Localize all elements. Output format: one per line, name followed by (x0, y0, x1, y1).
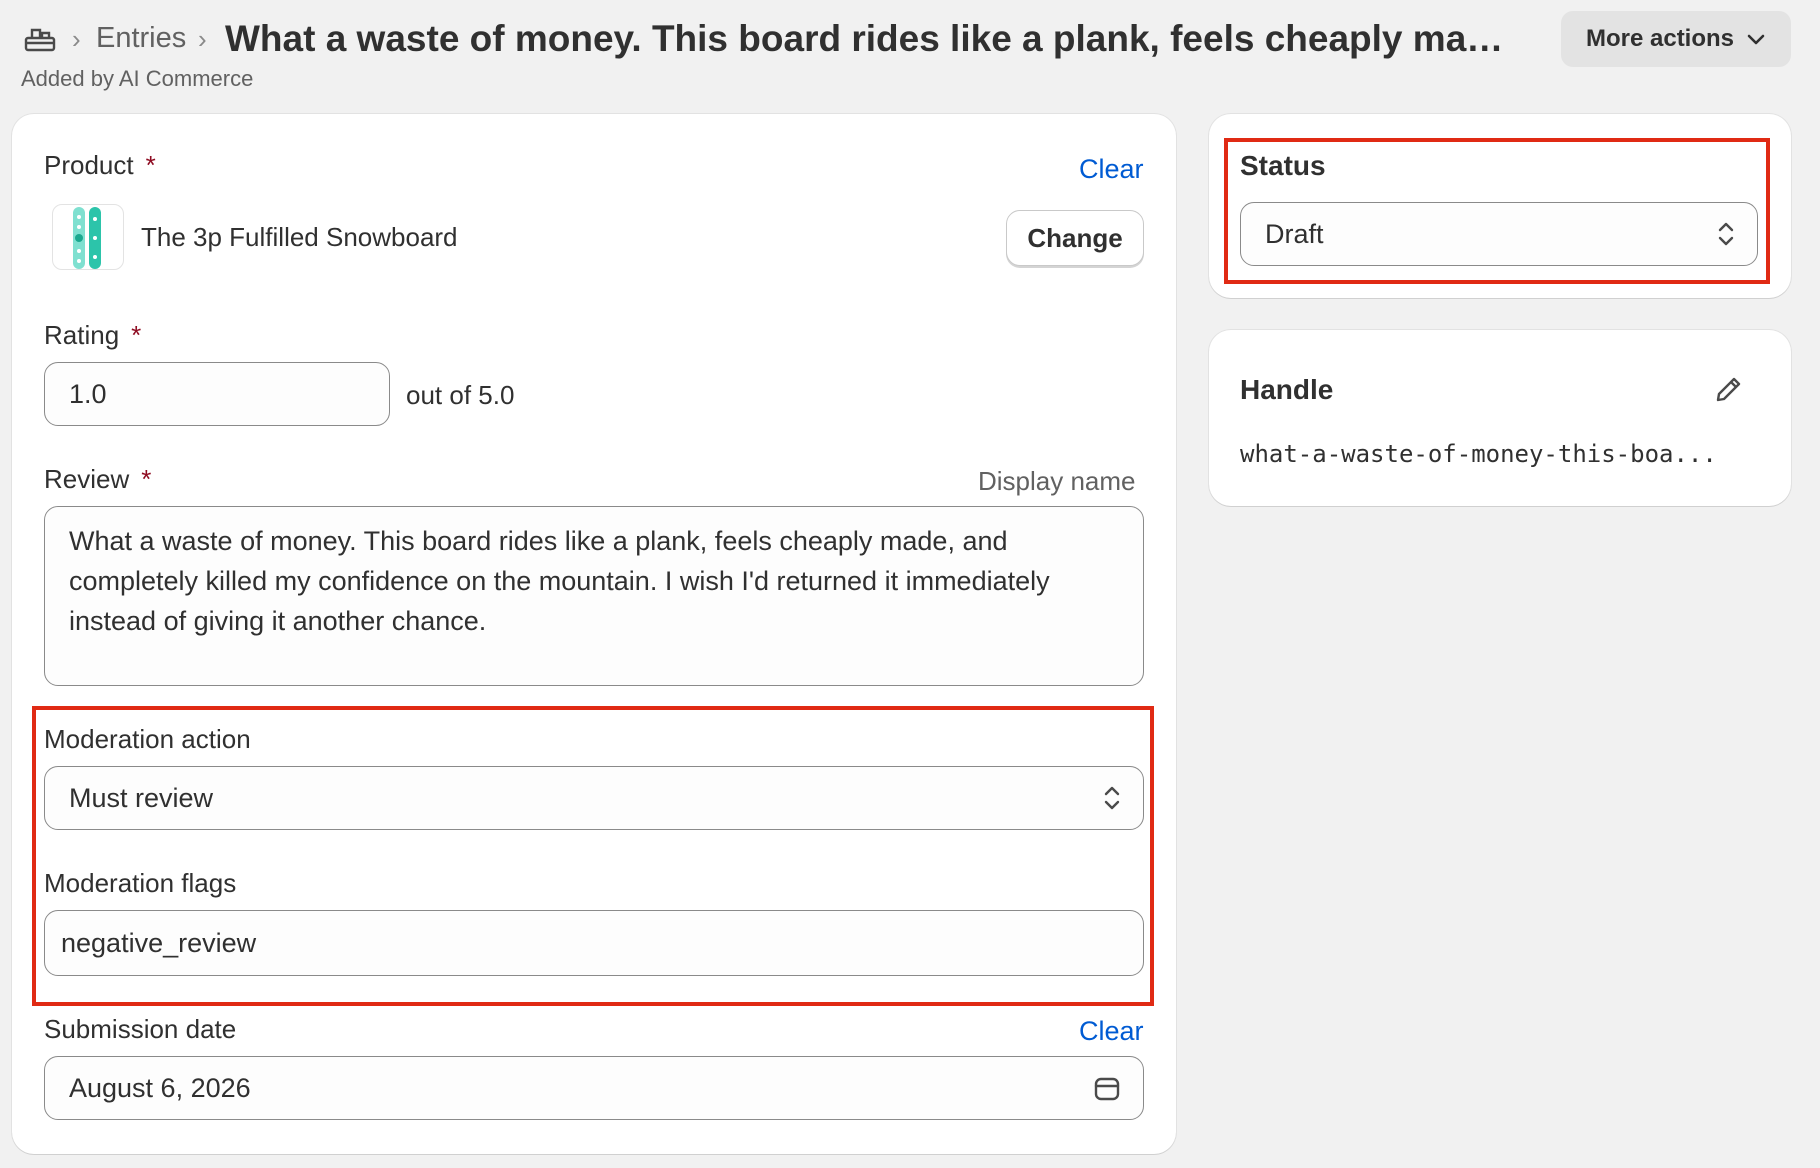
calendar-icon[interactable] (1093, 1074, 1121, 1102)
handle-value: what-a-waste-of-money-this-boa... (1240, 440, 1717, 468)
review-label: Review * (44, 464, 151, 495)
more-actions-label: More actions (1585, 25, 1735, 52)
page-title: What a waste of money. This board rides … (225, 18, 1525, 59)
pencil-edit-icon[interactable] (1714, 374, 1744, 404)
review-textarea[interactable]: What a waste of money. This board rides … (44, 506, 1144, 686)
product-clear-link[interactable]: Clear (1079, 154, 1144, 185)
product-label: Product * (44, 150, 156, 181)
chevron-right-icon: › (72, 24, 81, 54)
review-label-text: Review (44, 464, 130, 494)
page-subtitle: Added by AI Commerce (21, 66, 254, 91)
status-highlight-box (1224, 138, 1770, 284)
metaobject-icon[interactable] (24, 26, 56, 52)
submission-date-clear-link[interactable]: Clear (1079, 1016, 1144, 1047)
required-mark: * (131, 320, 142, 350)
submission-date-label: Submission date (44, 1014, 237, 1044)
page-header: › Entries › What a waste of money. This … (0, 0, 1820, 110)
product-label-text: Product (44, 150, 134, 180)
rating-label: Rating * (44, 320, 141, 351)
submission-date-value: August 6, 2026 (69, 1072, 251, 1103)
required-mark: * (145, 150, 156, 180)
handle-card (1209, 330, 1791, 506)
rating-input[interactable]: 1.0 (44, 362, 390, 426)
change-product-button[interactable]: Change (1006, 210, 1144, 266)
rating-label-text: Rating (44, 320, 120, 350)
moderation-highlight-box (32, 706, 1154, 1006)
rating-suffix: out of 5.0 (406, 380, 515, 410)
display-name-tag: Display name (978, 466, 1136, 496)
required-mark: * (141, 464, 152, 494)
submission-date-input[interactable]: August 6, 2026 (44, 1056, 1144, 1120)
handle-title: Handle (1240, 374, 1334, 405)
product-thumbnail (52, 204, 124, 270)
chevron-down-icon (1747, 34, 1765, 45)
breadcrumb-entries[interactable]: Entries (96, 22, 186, 55)
more-actions-button[interactable]: More actions (1561, 11, 1791, 67)
product-name: The 3p Fulfilled Snowboard (141, 222, 458, 252)
chevron-right-icon: › (198, 24, 207, 54)
rating-value: 1.0 (69, 378, 107, 409)
